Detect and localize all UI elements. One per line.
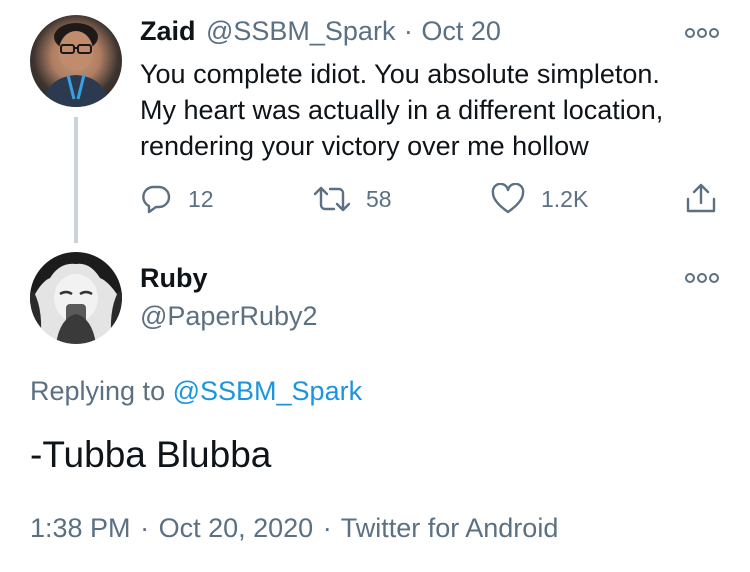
- more-options-button[interactable]: [685, 26, 719, 45]
- author-name[interactable]: Zaid: [140, 16, 196, 46]
- author-handle[interactable]: @SSBM_Spark: [206, 16, 395, 46]
- more-icon: [685, 273, 719, 283]
- more-icon: [685, 28, 719, 38]
- retweet-button[interactable]: 58: [312, 183, 392, 215]
- avatar-zaid[interactable]: [30, 15, 122, 107]
- reply-more-options-button[interactable]: [685, 271, 719, 290]
- header-separator: ·: [403, 16, 413, 46]
- thread-line: [74, 117, 78, 243]
- tweet-text: You complete idiot. You absolute simplet…: [140, 56, 740, 164]
- client[interactable]: Twitter for Android: [341, 513, 559, 543]
- timestamp-separator: ·: [322, 513, 332, 543]
- replying-to: Replying to @SSBM_Spark: [30, 376, 362, 407]
- tweet-text-line: My heart was actually in a different loc…: [140, 95, 664, 125]
- share-icon: [686, 183, 716, 213]
- heart-icon: [491, 183, 525, 214]
- time[interactable]: 1:38 PM: [30, 513, 131, 543]
- retweet-count: 58: [366, 185, 392, 212]
- date[interactable]: Oct 20, 2020: [159, 513, 314, 543]
- reply-timestamp: 1:38 PM · Oct 20, 2020 · Twitter for And…: [30, 513, 558, 544]
- replying-to-link[interactable]: @SSBM_Spark: [173, 376, 362, 406]
- reply-icon: [142, 185, 171, 214]
- reply-count: 12: [188, 185, 214, 212]
- avatar-ruby[interactable]: [30, 252, 122, 344]
- tweet-header: Zaid @SSBM_Spark · Oct 20: [140, 16, 501, 47]
- like-button[interactable]: 1.2K: [491, 183, 588, 215]
- share-button[interactable]: [684, 181, 718, 215]
- reply-author-handle[interactable]: @PaperRuby2: [140, 301, 318, 332]
- reply-author-name[interactable]: Ruby: [140, 263, 208, 294]
- replying-prefix: Replying to: [30, 376, 166, 406]
- tweet-text-line: You complete idiot. You absolute simplet…: [140, 59, 660, 89]
- reply-text: -Tubba Blubba: [30, 434, 272, 475]
- like-count: 1.2K: [541, 185, 589, 212]
- reply-button[interactable]: 12: [140, 183, 214, 215]
- tweet-text-line: rendering your victory over me hollow: [140, 131, 589, 161]
- retweet-icon: [313, 186, 351, 212]
- tweet-date[interactable]: Oct 20: [421, 16, 501, 46]
- timestamp-separator: ·: [140, 513, 150, 543]
